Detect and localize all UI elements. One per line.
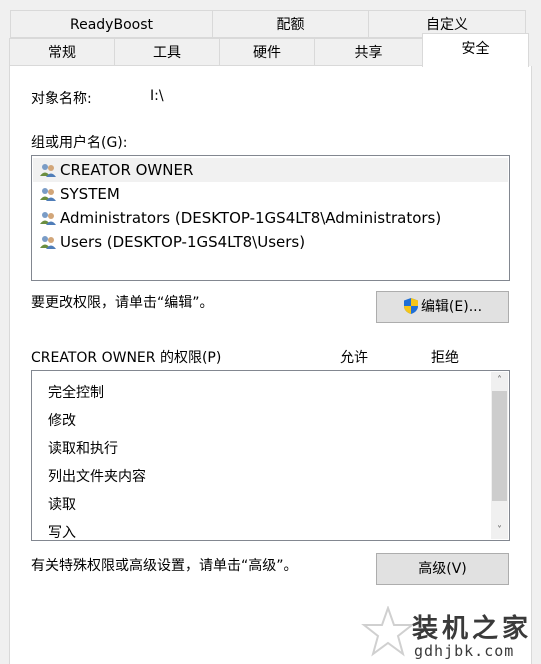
groups-label: 组或用户名(G): <box>31 135 128 151</box>
advanced-button-label: 高级(V) <box>418 561 467 577</box>
permission-item: 完全控制 <box>48 385 104 401</box>
edit-button-label: 编辑(E)... <box>420 299 483 315</box>
users-icon <box>40 236 56 249</box>
group-item-administrators[interactable]: Administrators (DESKTOP-1GS4LT8\Administ… <box>33 206 508 230</box>
scroll-up-icon[interactable]: ˄ <box>491 372 508 389</box>
permission-item: 写入 <box>48 525 76 541</box>
advanced-button[interactable]: 高级(V) <box>376 553 509 585</box>
permission-item: 修改 <box>48 413 76 429</box>
allow-column-header: 允许 <box>340 350 368 366</box>
object-name-value: I:\ <box>150 88 164 104</box>
permissions-list[interactable]: 完全控制 修改 读取和执行 列出文件夹内容 读取 写入 ˄ ˅ <box>31 370 510 541</box>
permission-item: 读取和执行 <box>48 441 118 457</box>
advanced-hint: 有关特殊权限或高级设置，请单击“高级”。 <box>31 558 298 574</box>
star-icon <box>361 606 415 657</box>
groups-list[interactable]: CREATOR OWNER SYSTEM Administrators (DES… <box>31 155 510 281</box>
tab-quota[interactable]: 配额 <box>212 10 369 38</box>
group-item-system[interactable]: SYSTEM <box>33 182 508 206</box>
group-item-label: Administrators (DESKTOP-1GS4LT8\Administ… <box>60 209 442 227</box>
users-icon <box>40 188 56 201</box>
group-item-users[interactable]: Users (DESKTOP-1GS4LT8\Users) <box>33 230 508 254</box>
users-icon <box>40 164 56 177</box>
tab-strip: ReadyBoost 配额 自定义 常规 工具 硬件 共享 安全 <box>0 0 541 67</box>
group-item-label: Users (DESKTOP-1GS4LT8\Users) <box>60 233 306 251</box>
deny-column-header: 拒绝 <box>431 350 459 366</box>
security-panel: 对象名称: I:\ 组或用户名(G): CREATOR OWNER SYSTEM… <box>9 66 532 664</box>
group-item-label: CREATOR OWNER <box>60 161 194 179</box>
watermark: 装机之家 gdhjbk.com <box>360 602 540 664</box>
tab-general[interactable]: 常规 <box>9 38 115 66</box>
tab-readyboost[interactable]: ReadyBoost <box>10 10 213 38</box>
tab-hardware[interactable]: 硬件 <box>219 38 315 66</box>
group-item-creator-owner[interactable]: CREATOR OWNER <box>33 158 508 182</box>
scroll-thumb[interactable] <box>492 391 507 501</box>
permissions-scrollbar[interactable]: ˄ ˅ <box>491 372 508 539</box>
edit-button[interactable]: 编辑(E)... <box>376 291 509 323</box>
watermark-text: 装机之家 <box>412 614 533 644</box>
users-icon <box>40 212 56 225</box>
watermark-url: gdhjbk.com <box>414 642 515 660</box>
edit-hint: 要更改权限，请单击“编辑”。 <box>31 295 214 311</box>
tab-security[interactable]: 安全 <box>422 33 529 67</box>
permission-item: 读取 <box>48 497 76 513</box>
group-item-label: SYSTEM <box>60 185 120 203</box>
permission-item: 列出文件夹内容 <box>48 469 146 485</box>
permissions-label: CREATOR OWNER 的权限(P) <box>31 350 222 366</box>
shield-icon <box>403 298 418 314</box>
tab-tools[interactable]: 工具 <box>114 38 220 66</box>
object-name-label: 对象名称: <box>31 91 92 107</box>
scroll-down-icon[interactable]: ˅ <box>491 522 508 539</box>
tab-sharing[interactable]: 共享 <box>314 38 423 66</box>
